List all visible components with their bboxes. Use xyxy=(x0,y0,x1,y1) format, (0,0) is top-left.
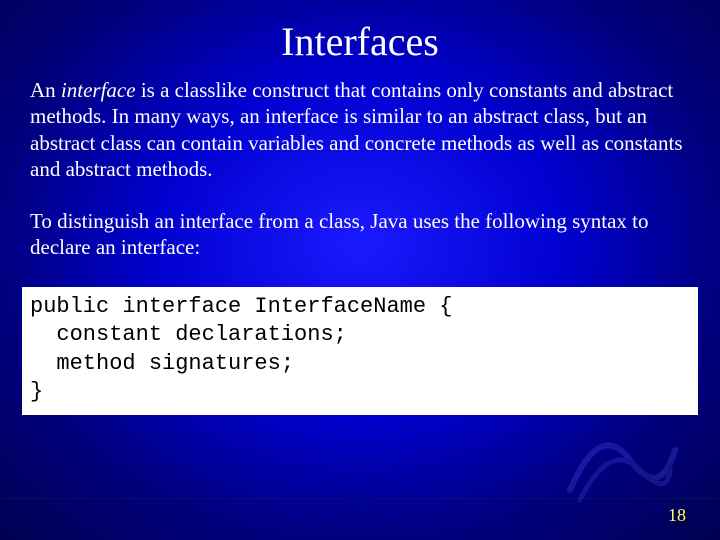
paragraph-1: An interface is a classlike construct th… xyxy=(30,77,690,182)
page-number: 18 xyxy=(668,505,686,526)
footer-divider xyxy=(0,498,720,500)
code-block: public interface InterfaceName { constan… xyxy=(22,287,698,415)
paragraph-2: To distinguish an interface from a class… xyxy=(30,208,690,261)
para1-term: interface xyxy=(61,78,136,102)
para1-pre: An xyxy=(30,78,61,102)
decorative-swirl-icon xyxy=(560,410,680,510)
slide-title: Interfaces xyxy=(30,18,690,65)
slide: Interfaces An interface is a classlike c… xyxy=(0,0,720,540)
